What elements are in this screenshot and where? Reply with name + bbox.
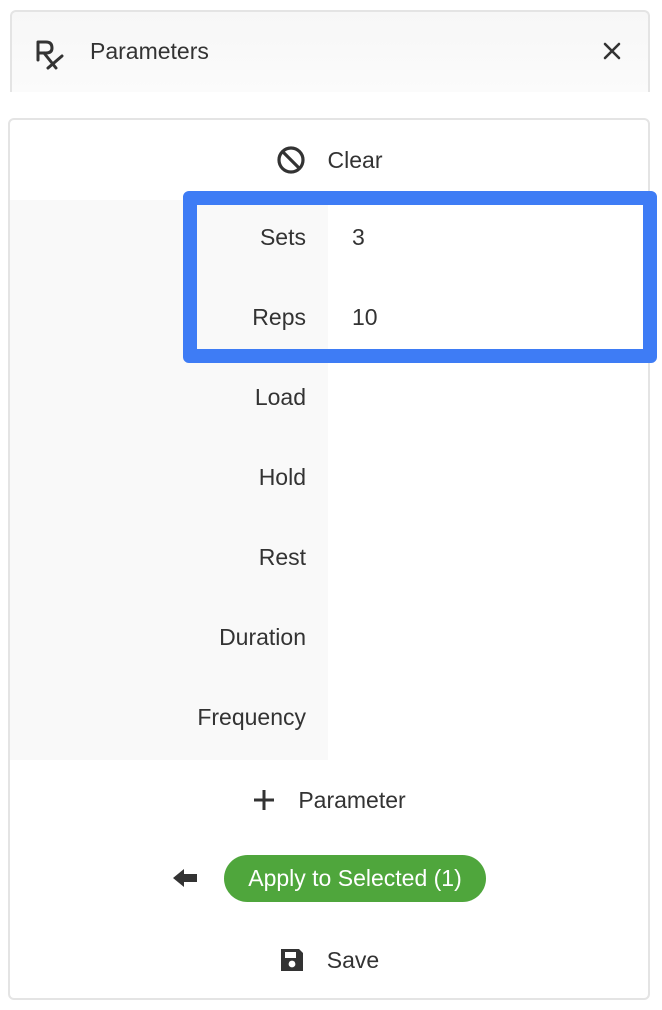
parameter-label: Sets <box>259 224 306 250</box>
parameter-row-hold: Hold <box>10 440 648 520</box>
parameter-row-duration: Duration <box>10 600 648 680</box>
parameter-label: Hold <box>258 464 306 490</box>
parameter-table: Sets 3 Reps 10 Load Hold Rest Duration F… <box>10 188 648 760</box>
parameter-row-rest: Rest <box>10 520 648 600</box>
parameter-row-load: Load <box>10 360 648 440</box>
parameter-label: Load <box>254 384 306 410</box>
arrow-left-icon[interactable] <box>172 867 198 889</box>
parameter-label: Frequency <box>197 704 306 730</box>
add-parameter-button[interactable]: Parameter <box>10 780 648 820</box>
parameters-panel: Clear Sets 3 Reps 10 Load Hold Rest Dura… <box>8 118 650 1000</box>
parameters-header: Parameters <box>10 10 650 92</box>
clear-button[interactable]: Clear <box>10 140 648 180</box>
save-icon <box>280 949 303 971</box>
parameter-value[interactable]: 10 <box>352 304 378 331</box>
parameter-row-frequency: Frequency <box>10 680 648 760</box>
close-icon[interactable] <box>602 41 622 61</box>
clear-icon <box>276 146 305 174</box>
save-button[interactable]: Save <box>10 940 648 980</box>
parameter-row-sets: Sets 3 <box>10 200 648 280</box>
add-parameter-label: Parameter <box>298 786 406 813</box>
clear-label: Clear <box>327 146 383 173</box>
parameter-row-reps: Reps 10 <box>10 280 648 360</box>
save-label: Save <box>326 946 380 973</box>
parameter-label: Rest <box>258 544 306 570</box>
prescription-rx-icon <box>36 40 64 70</box>
parameter-value[interactable]: 3 <box>352 224 365 251</box>
plus-icon <box>254 790 275 810</box>
apply-to-selected-button[interactable]: Apply to Selected (1) <box>224 854 486 902</box>
apply-row: Apply to Selected (1) <box>10 854 648 902</box>
page-title: Parameters <box>90 38 209 64</box>
parameter-label: Duration <box>219 624 306 650</box>
parameter-label: Reps <box>252 304 306 330</box>
